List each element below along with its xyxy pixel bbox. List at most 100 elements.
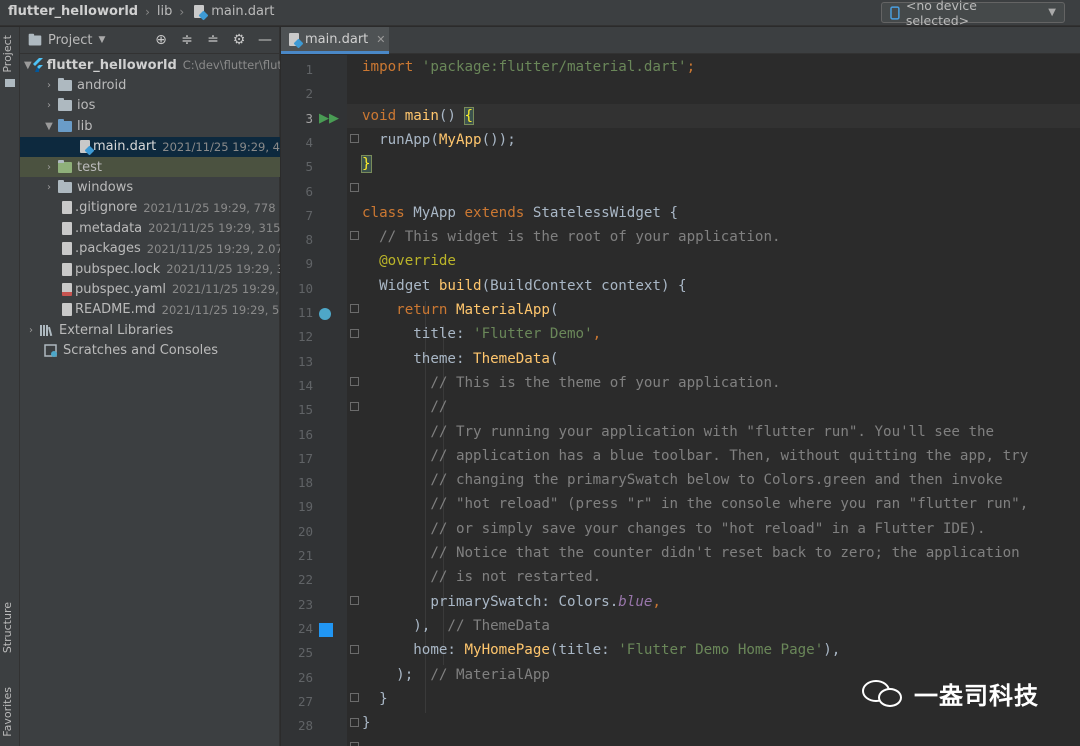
code-line-4: runApp(MyApp()); [362, 131, 516, 148]
line-number: 25 [297, 645, 313, 661]
tree-item-meta: 2021/11/25 19:29, 315 B [148, 221, 280, 236]
line-number: 27 [297, 693, 313, 709]
tree-item-label: test [77, 159, 102, 175]
tool-window-project[interactable]: Project [1, 35, 14, 73]
override-icon[interactable] [319, 308, 331, 320]
dart-file-icon [194, 5, 205, 18]
tree-item-pubspec-yaml[interactable]: pubspec.yaml 2021/11/25 19:29, 2. [20, 279, 280, 299]
code-editor: main.dart ✕ 1 2 3 4 5 6 7 8 9 10 11 12 1… [281, 27, 1080, 746]
tree-item-android[interactable]: › android [20, 75, 280, 95]
tree-item-scratches[interactable]: Scratches and Consoles [20, 340, 280, 360]
project-panel: Project ▼ ⊕ ≑ ≐ ⚙ — ▼ flutter_helloworld… [20, 27, 280, 746]
file-icon [62, 221, 72, 235]
tree-item-readme[interactable]: README.md 2021/11/25 19:29, 564 [20, 300, 280, 320]
line-number: 24 [297, 620, 313, 636]
chevron-right-icon: › [179, 4, 185, 19]
tree-item-main-dart[interactable]: main.dart 2021/11/25 19:29, 4.5 [20, 136, 280, 157]
chevron-down-icon[interactable]: ▼ [42, 121, 56, 132]
chevron-right-icon[interactable]: › [42, 100, 56, 111]
collapse-all-icon[interactable]: ≐ [205, 32, 221, 48]
breadcrumb-project[interactable]: flutter_helloworld [8, 4, 138, 19]
line-number: 23 [297, 596, 313, 612]
tree-item-label: flutter_helloworld [46, 57, 177, 73]
line-number: 6 [305, 183, 313, 199]
line-number: 22 [297, 572, 313, 588]
code-line-11: return MaterialApp( [396, 302, 559, 318]
tree-item-metadata[interactable]: .metadata 2021/11/25 19:29, 315 B [20, 218, 280, 238]
code-line-1: import 'package:flutter/material.dart'; [362, 59, 696, 75]
breadcrumb-file[interactable]: main.dart [211, 4, 274, 19]
chevron-right-icon[interactable]: › [42, 80, 56, 91]
code-line-5: } [361, 155, 372, 174]
breadcrumb: flutter_helloworld › lib › main.dart [8, 4, 274, 19]
tree-item-label: Scratches and Consoles [63, 343, 219, 359]
breadcrumb-folder[interactable]: lib [157, 4, 172, 19]
watermark: 一盎司科技 [862, 676, 1039, 711]
tree-item-pubspec-lock[interactable]: pubspec.lock 2021/11/25 19:29, 3.4 [20, 259, 280, 279]
file-icon [62, 201, 72, 215]
chevron-right-icon[interactable]: › [24, 325, 38, 336]
tree-item-label: lib [77, 118, 93, 134]
gear-icon[interactable]: ⚙ [231, 32, 247, 48]
project-panel-header: Project ▼ ⊕ ≑ ≐ ⚙ — [20, 27, 279, 54]
tree-item-gitignore[interactable]: .gitignore 2021/11/25 19:29, 778 B [20, 198, 280, 218]
line-number: 26 [297, 669, 313, 685]
project-view-selector[interactable]: Project [48, 33, 92, 48]
tree-item-test[interactable]: › test [20, 156, 280, 178]
chevron-down-icon[interactable]: ▼ [24, 60, 32, 71]
tree-item-packages[interactable]: .packages 2021/11/25 19:29, 2.07 kl [20, 239, 280, 259]
code-line-16: // Try running your application with "fl… [362, 423, 995, 440]
code-line-13: theme: ThemeData( [362, 350, 559, 367]
tree-item-meta: 2021/11/25 19:29, 778 B [143, 200, 280, 215]
line-number: 18 [297, 475, 313, 491]
code-area[interactable]: import 'package:flutter/material.dart'; … [347, 55, 1080, 746]
tree-item-root[interactable]: ▼ flutter_helloworld C:\dev\flutter\flut [20, 55, 280, 75]
chevron-down-icon[interactable]: ▼ [98, 35, 105, 45]
tree-item-windows[interactable]: › windows [20, 177, 280, 197]
tool-window-stripe: Project Structure Favorites [0, 27, 20, 746]
folder-icon [28, 33, 42, 45]
code-line-12: title: 'Flutter Demo', [362, 326, 602, 343]
line-number: 21 [297, 548, 313, 563]
tab-main-dart[interactable]: main.dart ✕ [281, 27, 389, 54]
code-line-19: // "hot reload" (press "r" in the consol… [362, 496, 1029, 513]
line-number: 13 [297, 353, 313, 369]
markdown-file-icon [62, 303, 72, 317]
tree-item-ios[interactable]: › ios [20, 96, 280, 116]
locate-icon[interactable]: ⊕ [153, 32, 169, 48]
test-folder-icon [56, 159, 74, 174]
chevron-right-icon[interactable]: › [42, 162, 56, 173]
color-swatch-icon[interactable] [319, 623, 333, 637]
code-line-20: // or simply save your changes to "hot r… [362, 520, 986, 537]
run-icon[interactable]: ▶▶ [319, 111, 339, 126]
line-number: 15 [297, 402, 313, 418]
editor-gutter[interactable]: 1 2 3 4 5 6 7 8 9 10 11 12 13 14 15 16 1… [281, 55, 359, 746]
wechat-icon [862, 678, 904, 710]
tree-item-label: pubspec.yaml [75, 281, 166, 297]
tree-item-external-libraries[interactable]: › External Libraries [20, 320, 280, 340]
device-selector-label: <no device selected> [905, 0, 977, 28]
folder-icon [56, 98, 74, 113]
line-number: 16 [297, 426, 313, 442]
close-icon[interactable]: ✕ [376, 33, 385, 46]
tree-item-label: android [77, 78, 127, 94]
tool-window-structure[interactable]: Structure [1, 602, 14, 653]
line-number: 10 [297, 280, 313, 296]
device-selector[interactable]: <no device selected> ▼ [881, 0, 1065, 28]
code-line-25: home: MyHomePage(title: 'Flutter Demo Ho… [362, 642, 841, 659]
flutter-icon [32, 58, 44, 73]
yaml-file-icon [62, 282, 72, 296]
tree-item-label: pubspec.lock [75, 261, 161, 277]
tree-item-lib[interactable]: ▼ lib [20, 116, 280, 136]
hide-icon[interactable]: — [257, 32, 273, 48]
expand-all-icon[interactable]: ≑ [179, 32, 195, 48]
line-number: 14 [297, 377, 313, 393]
tool-window-favorites[interactable]: Favorites [1, 687, 14, 737]
file-icon [62, 262, 72, 276]
tree-item-meta: 2021/11/25 19:29, 564 [161, 302, 280, 317]
chevron-right-icon[interactable]: › [42, 182, 56, 193]
code-line-21: // Notice that the counter didn't reset … [362, 545, 1020, 561]
line-number: 8 [305, 232, 313, 248]
tree-item-meta: 2021/11/25 19:29, 2.07 kl [146, 241, 280, 256]
dart-file-icon [289, 32, 299, 46]
